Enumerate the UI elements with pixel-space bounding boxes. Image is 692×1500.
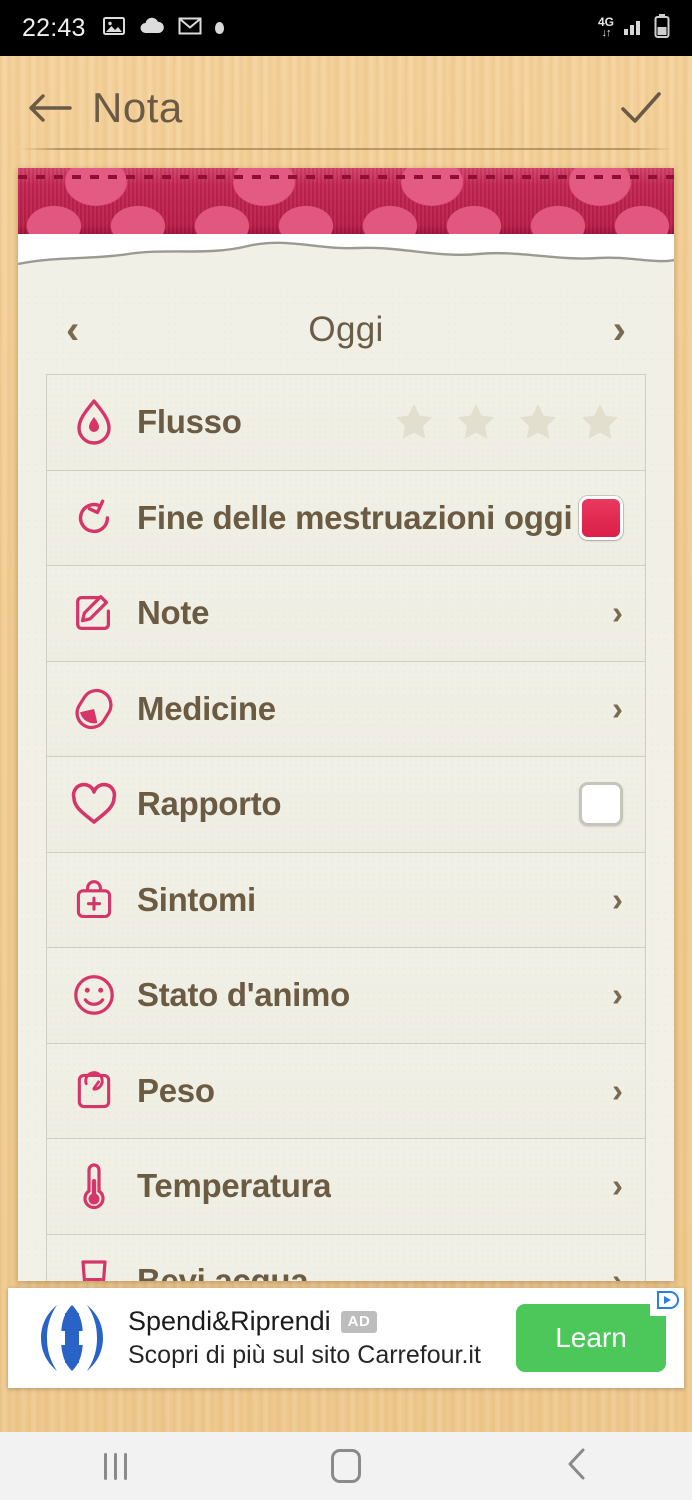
scale-icon bbox=[67, 1068, 121, 1114]
flow-rating-stars[interactable] bbox=[391, 399, 623, 445]
note-sheet: ‹ Oggi › Flusso Fine delle mestruazioni … bbox=[18, 168, 674, 1281]
ad-banner[interactable]: Spendi&Riprendi AD Scopri di più sul sit… bbox=[8, 1288, 684, 1388]
app-bar: Nota bbox=[0, 56, 692, 160]
list-item-label: Temperatura bbox=[137, 1167, 332, 1205]
chevron-right-icon[interactable]: › bbox=[612, 1262, 623, 1281]
checkbox-rapporto[interactable] bbox=[579, 782, 623, 827]
list-item-sintomi[interactable]: Sintomi › bbox=[46, 851, 646, 947]
adchoices-icon[interactable] bbox=[650, 1288, 684, 1316]
torn-edge-shape bbox=[18, 241, 674, 286]
network-type-icon: 4G ↓↑ bbox=[598, 16, 614, 40]
list-item-label: Peso bbox=[137, 1071, 215, 1109]
star-icon-4[interactable] bbox=[577, 399, 623, 445]
water-glass-icon bbox=[67, 1257, 121, 1281]
status-bar-clock: 22:43 bbox=[22, 13, 86, 42]
pencil-note-icon bbox=[67, 590, 121, 636]
heart-ribbon-decoration bbox=[18, 168, 674, 234]
status-bar-notification-icons bbox=[102, 14, 224, 43]
system-nav-bar bbox=[0, 1432, 692, 1500]
list-item-fine-mestruazioni[interactable]: Fine delle mestruazioni oggi bbox=[46, 469, 646, 565]
smiley-icon bbox=[67, 972, 121, 1018]
status-bar: 22:43 4G ↓↑ bbox=[0, 0, 692, 56]
date-navigation: ‹ Oggi › bbox=[18, 286, 674, 374]
list-item-label: Bevi acqua bbox=[137, 1262, 309, 1281]
dot-icon bbox=[214, 22, 224, 34]
recents-button[interactable] bbox=[60, 1432, 170, 1500]
list-item-note[interactable]: Note › bbox=[46, 565, 646, 661]
list-item-rapporto[interactable]: Rapporto bbox=[46, 756, 646, 852]
ad-title: Spendi&Riprendi bbox=[128, 1306, 331, 1336]
image-icon bbox=[102, 14, 126, 43]
chevron-right-icon[interactable]: › bbox=[612, 881, 623, 919]
home-button[interactable] bbox=[291, 1432, 401, 1500]
page-title: Nota bbox=[92, 84, 183, 131]
ad-headline-row: Spendi&Riprendi AD bbox=[128, 1306, 516, 1337]
list-item-temperatura[interactable]: Temperatura › bbox=[46, 1138, 646, 1234]
chevron-right-icon[interactable]: › bbox=[612, 976, 623, 1014]
list-item-medicine[interactable]: Medicine › bbox=[46, 660, 646, 756]
star-icon-3[interactable] bbox=[515, 399, 561, 445]
chevron-right-icon[interactable]: › bbox=[612, 594, 623, 632]
back-button[interactable] bbox=[26, 84, 74, 132]
ad-cta-button[interactable]: Learn bbox=[516, 1304, 666, 1372]
droplet-icon bbox=[67, 397, 121, 447]
list-item-flusso[interactable]: Flusso bbox=[46, 374, 646, 470]
chevron-right-icon[interactable]: › bbox=[612, 690, 623, 728]
list-item-bevi-acqua[interactable]: Bevi acqua › bbox=[46, 1233, 646, 1281]
ad-text-block: Spendi&Riprendi AD Scopri di più sul sit… bbox=[128, 1306, 516, 1370]
medical-bag-icon bbox=[67, 877, 121, 923]
app-bar-divider bbox=[20, 148, 672, 150]
thermometer-icon bbox=[67, 1161, 121, 1211]
next-day-button[interactable]: › bbox=[613, 310, 626, 350]
ribbon-stitching bbox=[18, 175, 674, 179]
network-arrows: ↓↑ bbox=[601, 27, 611, 40]
nav-back-icon bbox=[564, 1447, 590, 1486]
star-icon-1[interactable] bbox=[391, 399, 437, 445]
prev-day-button[interactable]: ‹ bbox=[66, 310, 79, 350]
ad-badge: AD bbox=[340, 1310, 378, 1333]
list-item-label: Rapporto bbox=[137, 785, 282, 823]
list-item-peso[interactable]: Peso › bbox=[46, 1042, 646, 1138]
chevron-right-icon[interactable]: › bbox=[612, 1072, 623, 1110]
cycle-end-icon bbox=[67, 495, 121, 541]
home-icon bbox=[330, 1449, 361, 1483]
star-icon-2[interactable] bbox=[453, 399, 499, 445]
tracking-list: Flusso Fine delle mestruazioni oggi Note… bbox=[18, 374, 674, 1281]
cloud-icon bbox=[139, 16, 165, 41]
gmail-icon bbox=[178, 16, 202, 41]
list-item-label: Stato d'animo bbox=[137, 976, 350, 1014]
list-item-label: Fine delle mestruazioni oggi bbox=[137, 498, 573, 536]
list-item-label: Sintomi bbox=[137, 880, 256, 918]
torn-paper-edge bbox=[18, 234, 674, 286]
confirm-button[interactable] bbox=[616, 83, 666, 133]
nav-back-button[interactable] bbox=[522, 1432, 632, 1500]
battery-icon bbox=[654, 13, 670, 43]
pill-icon bbox=[67, 686, 121, 732]
list-item-stato-danimo[interactable]: Stato d'animo › bbox=[46, 947, 646, 1043]
ad-subtitle: Scopri di più sul sito Carrefour.it bbox=[128, 1341, 481, 1369]
chevron-right-icon[interactable]: › bbox=[612, 1167, 623, 1205]
phone-screen: 22:43 4G ↓↑ Nota ‹ Oggi › Flusso Fine de… bbox=[0, 0, 692, 1500]
list-item-label: Flusso bbox=[137, 403, 242, 441]
list-item-label: Note bbox=[137, 594, 210, 632]
carrefour-logo-icon bbox=[26, 1301, 118, 1375]
list-item-label: Medicine bbox=[137, 689, 276, 727]
signal-icon bbox=[623, 16, 645, 41]
status-bar-system-icons: 4G ↓↑ bbox=[598, 13, 670, 43]
recents-icon bbox=[103, 1452, 127, 1480]
heart-icon bbox=[67, 782, 121, 826]
checkbox-fine-mestruazioni[interactable] bbox=[579, 495, 623, 540]
current-date-label: Oggi bbox=[308, 310, 384, 349]
paper-content: ‹ Oggi › Flusso Fine delle mestruazioni … bbox=[18, 286, 674, 1281]
